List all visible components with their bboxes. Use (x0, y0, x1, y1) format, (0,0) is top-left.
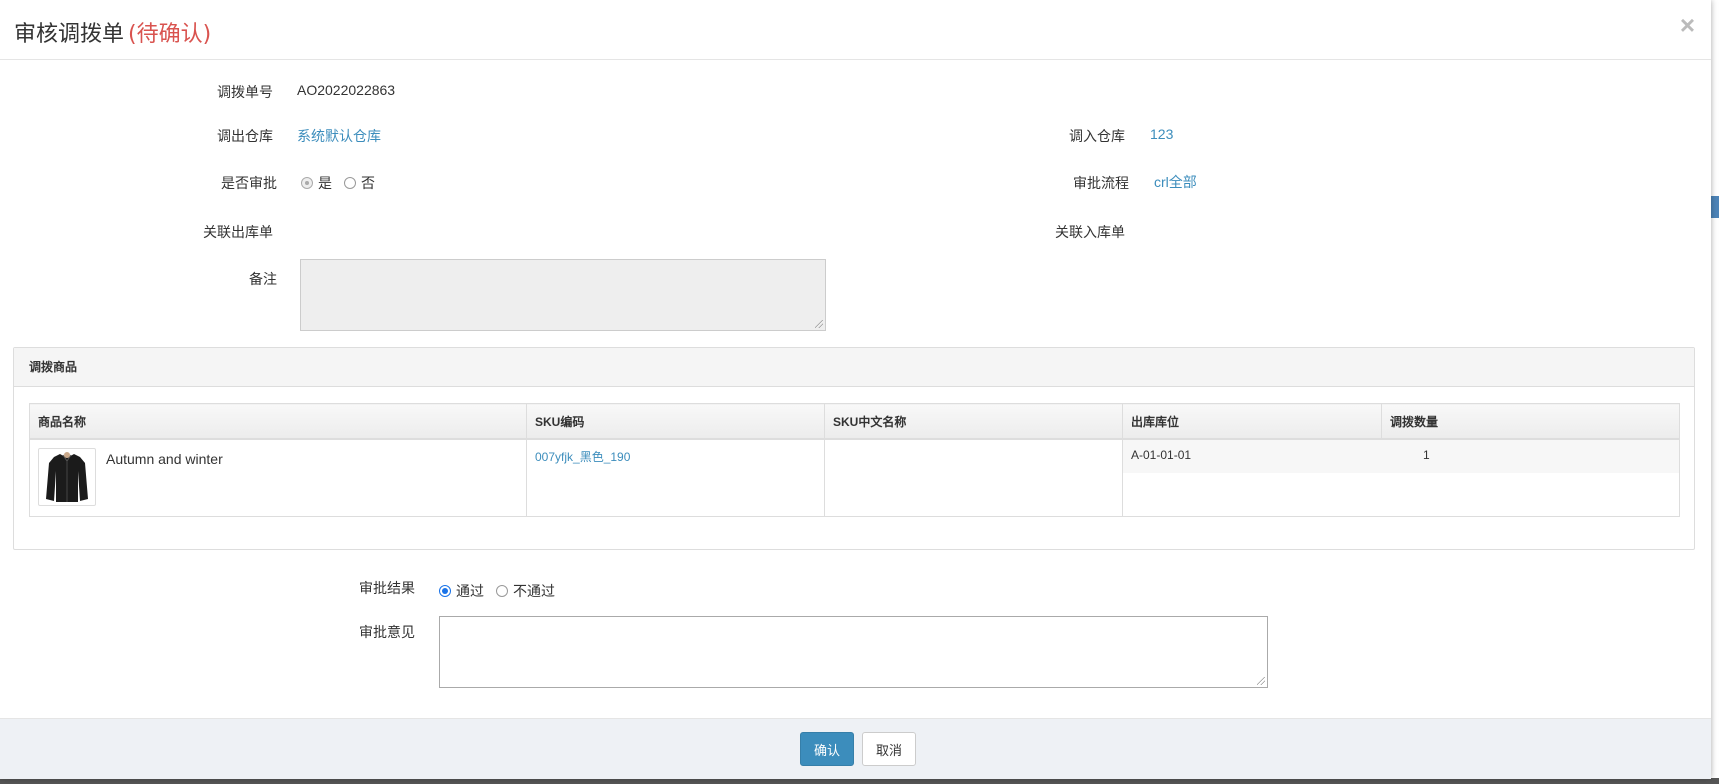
out-warehouse-label: 调出仓库 (217, 128, 273, 144)
approval-result-label: 审批结果 (359, 580, 415, 596)
approval-yes-label: 是 (318, 175, 332, 191)
modal-status: (待确认) (128, 22, 212, 47)
table-row: Autumn and winter 007yfjk_黑色_190 A-01-01… (29, 438, 1680, 517)
need-approval-radios: 是 否 (301, 173, 387, 193)
location-qty-cell: A-01-01-01 1 (1122, 438, 1680, 517)
modal-header: 审核调拨单 (待确认) × (0, 0, 1711, 60)
approval-no-label: 否 (361, 175, 375, 191)
related-out-label: 关联出库单 (203, 224, 273, 240)
need-approval-label: 是否审批 (221, 175, 277, 191)
in-warehouse-link[interactable]: 123 (1150, 126, 1173, 142)
approval-pass-radio[interactable] (439, 585, 451, 597)
modal-title-text: 审核调拨单 (14, 22, 125, 47)
approval-reject-label: 不通过 (513, 583, 555, 599)
approval-opinion-label: 审批意见 (359, 624, 415, 640)
approval-reject-radio[interactable] (496, 585, 508, 597)
product-cell: Autumn and winter (29, 438, 527, 517)
approval-no-radio[interactable] (344, 177, 356, 189)
close-icon[interactable]: × (1680, 12, 1695, 38)
confirm-button[interactable]: 确认 (800, 732, 854, 766)
table-header-row: 商品名称 SKU编码 SKU中文名称 出库库位 调拨数量 (29, 403, 1680, 440)
resize-grip-icon (1257, 677, 1265, 685)
transfer-items-panel: 调拨商品 商品名称 SKU编码 SKU中文名称 出库库位 调拨数量 Autumn… (13, 347, 1695, 550)
resize-grip-icon (815, 320, 823, 328)
transfer-qty-value: 1 (1423, 448, 1430, 462)
background-strip (1711, 196, 1719, 218)
remark-label: 备注 (249, 271, 277, 287)
items-table: 商品名称 SKU编码 SKU中文名称 出库库位 调拨数量 Autumn and … (29, 403, 1680, 517)
order-no-label: 调拨单号 (217, 84, 273, 100)
sku-cn-cell (824, 438, 1123, 517)
col-transfer-qty: 调拨数量 (1381, 403, 1680, 440)
approval-opinion-textarea[interactable] (439, 616, 1268, 688)
approval-yes-radio[interactable] (301, 177, 313, 189)
panel-title: 调拨商品 (14, 348, 1694, 387)
sku-link[interactable]: 007yfjk_黑色_190 (535, 450, 630, 464)
remark-textarea (300, 259, 826, 331)
order-no-value: AO2022022863 (297, 82, 396, 98)
related-in-label: 关联入库单 (1055, 224, 1125, 240)
modal-title: 审核调拨单 (待确认) (14, 16, 211, 48)
approval-pass-label: 通过 (456, 583, 484, 599)
approval-flow-link[interactable]: crl全部 (1154, 172, 1197, 192)
cancel-button[interactable]: 取消 (862, 732, 916, 766)
approval-flow-label: 审批流程 (1073, 175, 1129, 191)
jacket-icon (46, 452, 88, 502)
product-thumbnail[interactable] (38, 448, 96, 506)
audit-transfer-modal: 审核调拨单 (待确认) × 调拨单号 AO2022022863 调出仓库 系统默认… (0, 0, 1711, 779)
background-page (1711, 0, 1719, 784)
sku-cell: 007yfjk_黑色_190 (526, 438, 825, 517)
col-out-location: 出库库位 (1122, 403, 1382, 440)
col-product-name: 商品名称 (29, 403, 527, 440)
col-sku-code: SKU编码 (526, 403, 825, 440)
out-location-value: A-01-01-01 (1131, 448, 1192, 462)
product-name: Autumn and winter (106, 451, 223, 467)
col-sku-cn-name: SKU中文名称 (824, 403, 1123, 440)
in-warehouse-label: 调入仓库 (1069, 128, 1125, 144)
modal-footer: 确认 取消 (0, 718, 1711, 779)
out-warehouse-link[interactable]: 系统默认仓库 (297, 126, 381, 146)
approval-result-radios: 通过 不通过 (439, 581, 567, 601)
